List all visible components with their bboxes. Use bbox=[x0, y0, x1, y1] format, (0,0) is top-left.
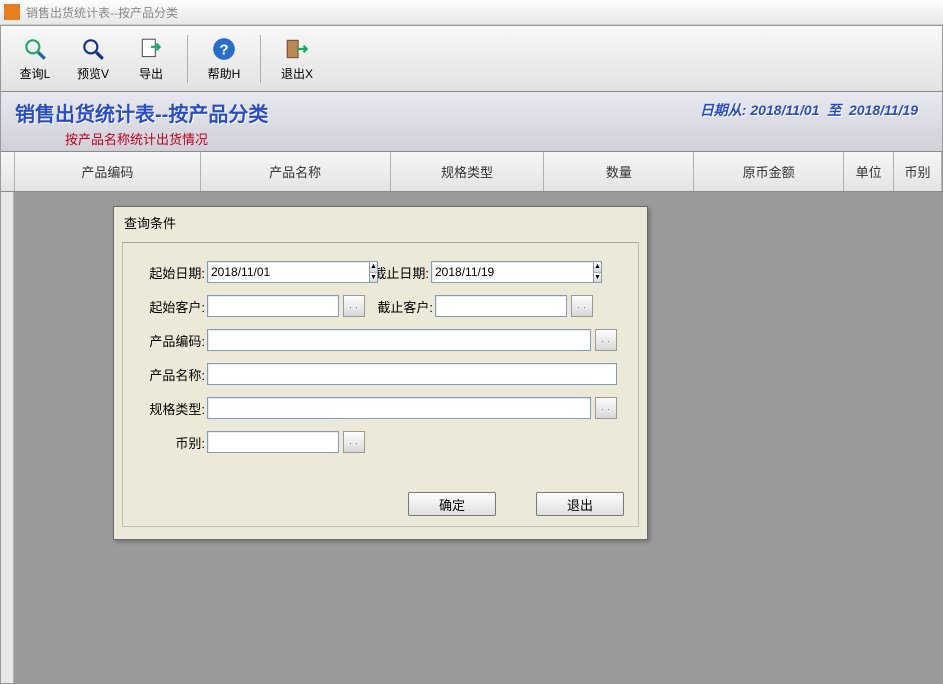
currency-input[interactable] bbox=[207, 431, 339, 453]
report-date-range: 日期从: 2018/11/01 至 2018/11/19 bbox=[700, 100, 918, 120]
column-header[interactable]: 产品名称 bbox=[201, 152, 391, 191]
export-label: 导出 bbox=[139, 65, 163, 82]
start-cust-label: 起始客户: bbox=[133, 297, 207, 316]
preview-icon bbox=[79, 35, 107, 63]
date-to-value: 2018/11/19 bbox=[849, 102, 918, 118]
prod-name-input[interactable] bbox=[207, 363, 617, 385]
prod-code-label: 产品编码: bbox=[133, 331, 207, 350]
search-icon bbox=[21, 35, 49, 63]
column-header[interactable]: 单位 bbox=[844, 152, 894, 191]
column-header[interactable] bbox=[1, 152, 15, 191]
query-button[interactable]: 查询L bbox=[9, 30, 61, 88]
query-dialog: 查询条件 起始日期: ▲ ▼ 截止日期: ▲ ▼ 起始客户: bbox=[113, 206, 648, 540]
start-date-label: 起始日期: bbox=[133, 263, 207, 282]
prod-code-input[interactable] bbox=[207, 329, 591, 351]
spin-down-icon[interactable]: ▼ bbox=[594, 273, 601, 283]
column-header[interactable]: 规格类型 bbox=[391, 152, 545, 191]
spin-up-icon[interactable]: ▲ bbox=[594, 262, 601, 273]
end-cust-input[interactable] bbox=[435, 295, 567, 317]
row-indicator-strip bbox=[1, 192, 14, 683]
end-cust-lookup-button[interactable]: . . bbox=[571, 295, 593, 317]
window-title: 销售出货统计表--按产品分类 bbox=[26, 4, 178, 21]
spec-lookup-button[interactable]: . . bbox=[595, 397, 617, 419]
help-button[interactable]: ? 帮助H bbox=[198, 30, 250, 88]
spin-up-icon[interactable]: ▲ bbox=[370, 262, 377, 273]
toolbar-separator bbox=[187, 35, 188, 83]
end-date-field[interactable]: ▲ ▼ bbox=[431, 261, 581, 283]
start-date-spinner[interactable]: ▲ ▼ bbox=[370, 261, 378, 283]
start-date-field[interactable]: ▲ ▼ bbox=[207, 261, 357, 283]
preview-label: 预览V bbox=[77, 65, 109, 82]
column-header[interactable]: 原币金额 bbox=[694, 152, 844, 191]
query-label: 查询L bbox=[20, 65, 51, 82]
date-to-label: 至 bbox=[827, 102, 841, 118]
cancel-button[interactable]: 退出 bbox=[536, 492, 624, 516]
start-cust-input[interactable] bbox=[207, 295, 339, 317]
column-header[interactable]: 数量 bbox=[544, 152, 694, 191]
currency-lookup-button[interactable]: . . bbox=[343, 431, 365, 453]
ok-button[interactable]: 确定 bbox=[408, 492, 496, 516]
report-subtitle: 按产品名称统计出货情况 bbox=[65, 129, 928, 148]
dialog-body: 起始日期: ▲ ▼ 截止日期: ▲ ▼ 起始客户: . . 截 bbox=[122, 242, 639, 527]
app-icon bbox=[4, 4, 20, 20]
table-header: 产品编码产品名称规格类型数量原币金额单位币别 bbox=[1, 152, 942, 192]
spec-label: 规格类型: bbox=[133, 399, 207, 418]
end-date-input[interactable] bbox=[431, 261, 594, 283]
exit-label: 退出X bbox=[281, 65, 313, 82]
preview-button[interactable]: 预览V bbox=[67, 30, 119, 88]
end-date-spinner[interactable]: ▲ ▼ bbox=[594, 261, 602, 283]
toolbar-separator bbox=[260, 35, 261, 83]
spin-down-icon[interactable]: ▼ bbox=[370, 273, 377, 283]
svg-text:?: ? bbox=[219, 41, 228, 58]
report-banner: 销售出货统计表--按产品分类 按产品名称统计出货情况 日期从: 2018/11/… bbox=[1, 92, 942, 152]
export-button[interactable]: 导出 bbox=[125, 30, 177, 88]
date-from-label: 日期从: bbox=[700, 102, 747, 118]
spec-input[interactable] bbox=[207, 397, 591, 419]
start-cust-lookup-button[interactable]: . . bbox=[343, 295, 365, 317]
toolbar: 查询L 预览V 导出 ? 帮助H 退出X bbox=[1, 26, 942, 92]
dialog-title: 查询条件 bbox=[114, 207, 647, 238]
window-titlebar: 销售出货统计表--按产品分类 bbox=[0, 0, 943, 25]
prod-name-label: 产品名称: bbox=[133, 365, 207, 384]
end-cust-label: 截止客户: bbox=[365, 297, 435, 316]
exit-icon bbox=[283, 35, 311, 63]
column-header[interactable]: 产品编码 bbox=[15, 152, 201, 191]
date-from-value: 2018/11/01 bbox=[750, 102, 819, 118]
exit-button[interactable]: 退出X bbox=[271, 30, 323, 88]
column-header[interactable]: 币别 bbox=[894, 152, 942, 191]
help-icon: ? bbox=[210, 35, 238, 63]
prod-code-lookup-button[interactable]: . . bbox=[595, 329, 617, 351]
export-icon bbox=[137, 35, 165, 63]
help-label: 帮助H bbox=[208, 65, 241, 82]
start-date-input[interactable] bbox=[207, 261, 370, 283]
currency-label: 币别: bbox=[133, 433, 207, 452]
